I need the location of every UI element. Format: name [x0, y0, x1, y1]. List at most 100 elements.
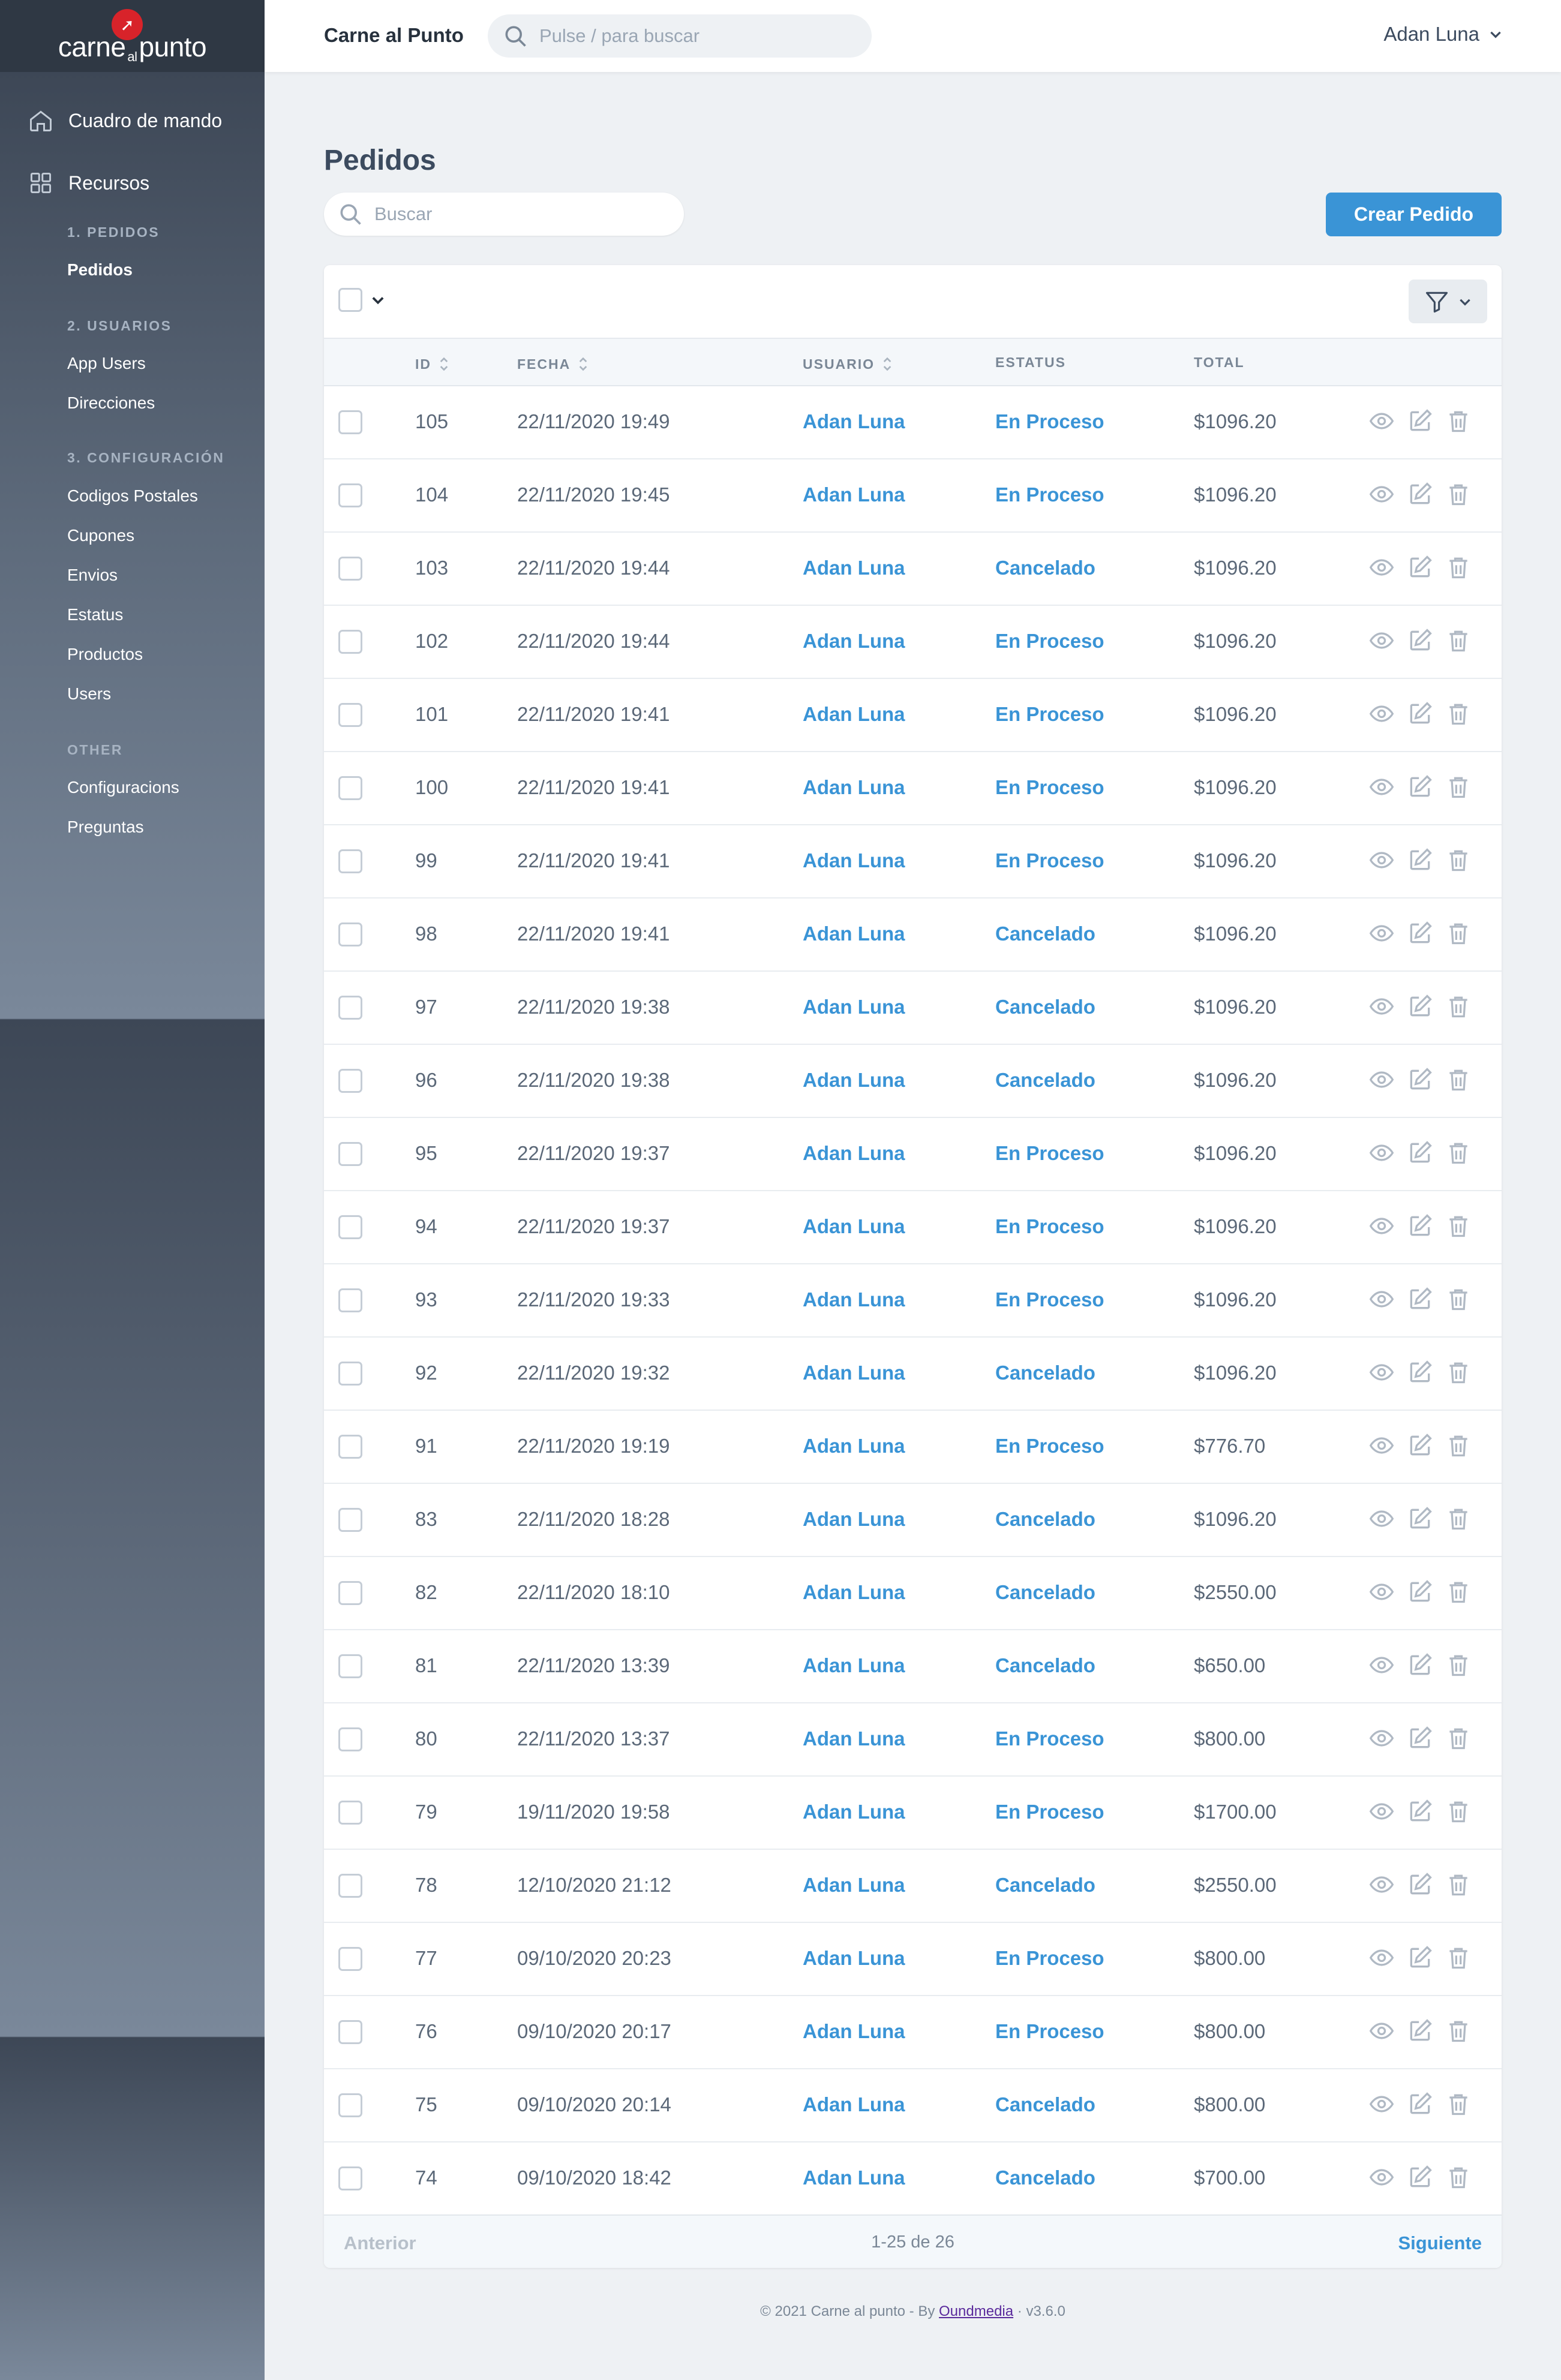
eye-icon[interactable] [1368, 1579, 1395, 1605]
sidebar-item-codigos-postales[interactable]: Codigos Postales [67, 486, 198, 506]
sidebar-item-recursos[interactable]: Recursos [28, 170, 149, 196]
cell-estatus-link[interactable]: En Proceso [995, 1727, 1104, 1750]
cell-usuario-link[interactable]: Adan Luna [803, 2166, 905, 2189]
table-row[interactable]: 81 22/11/2020 13:39 Adan Luna Cancelado $650… [324, 1630, 1502, 1703]
edit-icon[interactable] [1407, 1871, 1433, 1898]
cell-usuario-link[interactable]: Adan Luna [803, 2093, 905, 2116]
edit-icon[interactable] [1407, 1432, 1433, 1459]
cell-estatus-link[interactable]: En Proceso [995, 776, 1104, 799]
trash-icon[interactable] [1445, 2018, 1472, 2044]
cell-usuario-link[interactable]: Adan Luna [803, 1362, 905, 1384]
eye-icon[interactable] [1368, 1140, 1395, 1166]
trash-icon[interactable] [1445, 1798, 1472, 1825]
edit-icon[interactable] [1407, 1505, 1433, 1532]
chevron-down-icon[interactable] [370, 292, 386, 308]
table-row[interactable]: 95 22/11/2020 19:37 Adan Luna En Proceso $10… [324, 1118, 1502, 1191]
edit-icon[interactable] [1407, 920, 1433, 946]
row-checkbox[interactable] [338, 1435, 362, 1459]
eye-icon[interactable] [1368, 1871, 1395, 1898]
trash-icon[interactable] [1445, 1359, 1472, 1386]
cell-usuario-link[interactable]: Adan Luna [803, 1947, 905, 1970]
edit-icon[interactable] [1407, 1945, 1433, 1971]
cell-usuario-link[interactable]: Adan Luna [803, 1581, 905, 1604]
cell-estatus-link[interactable]: Cancelado [995, 1508, 1095, 1531]
eye-icon[interactable] [1368, 627, 1395, 654]
eye-icon[interactable] [1368, 1505, 1395, 1532]
edit-icon[interactable] [1407, 627, 1433, 654]
sidebar-item-cuadro-de-mando[interactable]: Cuadro de mando [28, 107, 222, 134]
table-row[interactable]: 96 22/11/2020 19:38 Adan Luna Cancelado $109… [324, 1045, 1502, 1118]
table-row[interactable]: 94 22/11/2020 19:37 Adan Luna En Proceso $10… [324, 1191, 1502, 1264]
filter-button[interactable] [1409, 280, 1487, 323]
brand-logo[interactable]: ➚ carne al punto [0, 0, 265, 72]
table-row[interactable]: 104 22/11/2020 19:45 Adan Luna En Proceso $1… [324, 459, 1502, 533]
cell-usuario-link[interactable]: Adan Luna [803, 2020, 905, 2043]
edit-icon[interactable] [1407, 408, 1433, 434]
eye-icon[interactable] [1368, 1798, 1395, 1825]
eye-icon[interactable] [1368, 993, 1395, 1020]
row-checkbox[interactable] [338, 703, 362, 727]
column-header-id[interactable]: ID [415, 354, 451, 374]
sidebar-item-direcciones[interactable]: Direcciones [67, 393, 155, 413]
edit-icon[interactable] [1407, 774, 1433, 800]
row-checkbox[interactable] [338, 1069, 362, 1093]
trash-icon[interactable] [1445, 1140, 1472, 1166]
edit-icon[interactable] [1407, 1359, 1433, 1386]
cell-usuario-link[interactable]: Adan Luna [803, 1801, 905, 1823]
resource-search[interactable] [324, 193, 684, 236]
edit-icon[interactable] [1407, 1579, 1433, 1605]
edit-icon[interactable] [1407, 1140, 1433, 1166]
cell-estatus-link[interactable]: Cancelado [995, 1581, 1095, 1604]
sidebar-item-configuracions[interactable]: Configuracions [67, 778, 179, 797]
eye-icon[interactable] [1368, 2091, 1395, 2117]
sidebar-item-pedidos[interactable]: Pedidos [67, 260, 133, 280]
row-checkbox[interactable] [338, 1142, 362, 1166]
edit-icon[interactable] [1407, 1286, 1433, 1312]
row-checkbox[interactable] [338, 1508, 362, 1532]
edit-icon[interactable] [1407, 847, 1433, 873]
cell-estatus-link[interactable]: Cancelado [995, 1654, 1095, 1677]
row-checkbox[interactable] [338, 1362, 362, 1386]
edit-icon[interactable] [1407, 481, 1433, 507]
row-checkbox[interactable] [338, 996, 362, 1020]
cell-usuario-link[interactable]: Adan Luna [803, 1727, 905, 1750]
edit-icon[interactable] [1407, 1066, 1433, 1093]
trash-icon[interactable] [1445, 2091, 1472, 2117]
trash-icon[interactable] [1445, 1213, 1472, 1239]
cell-usuario-link[interactable]: Adan Luna [803, 703, 905, 726]
edit-icon[interactable] [1407, 2164, 1433, 2190]
table-row[interactable]: 74 09/10/2020 18:42 Adan Luna Cancelado $700… [324, 2142, 1502, 2216]
table-row[interactable]: 92 22/11/2020 19:32 Adan Luna Cancelado $109… [324, 1338, 1502, 1411]
cell-estatus-link[interactable]: En Proceso [995, 483, 1104, 506]
eye-icon[interactable] [1368, 554, 1395, 581]
table-row[interactable]: 100 22/11/2020 19:41 Adan Luna En Proceso $1… [324, 752, 1502, 825]
cell-estatus-link[interactable]: En Proceso [995, 1288, 1104, 1311]
edit-icon[interactable] [1407, 993, 1433, 1020]
trash-icon[interactable] [1445, 554, 1472, 581]
table-row[interactable]: 99 22/11/2020 19:41 Adan Luna En Proceso $10… [324, 825, 1502, 898]
row-checkbox[interactable] [338, 2020, 362, 2044]
column-header-fecha[interactable]: FECHA [517, 354, 590, 374]
cell-estatus-link[interactable]: En Proceso [995, 1215, 1104, 1238]
eye-icon[interactable] [1368, 1213, 1395, 1239]
edit-icon[interactable] [1407, 2091, 1433, 2117]
footer-author-link[interactable]: Oundmedia [939, 2303, 1013, 2319]
table-row[interactable]: 97 22/11/2020 19:38 Adan Luna Cancelado $109… [324, 972, 1502, 1045]
cell-usuario-link[interactable]: Adan Luna [803, 922, 905, 945]
global-search[interactable] [488, 14, 872, 58]
sidebar-item-estatus[interactable]: Estatus [67, 605, 123, 624]
cell-estatus-link[interactable]: En Proceso [995, 1435, 1104, 1458]
cell-usuario-link[interactable]: Adan Luna [803, 630, 905, 653]
row-checkbox[interactable] [338, 630, 362, 654]
cell-usuario-link[interactable]: Adan Luna [803, 557, 905, 579]
eye-icon[interactable] [1368, 1066, 1395, 1093]
cell-estatus-link[interactable]: En Proceso [995, 1142, 1104, 1165]
cell-estatus-link[interactable]: Cancelado [995, 1362, 1095, 1384]
table-row[interactable]: 93 22/11/2020 19:33 Adan Luna En Proceso $10… [324, 1264, 1502, 1338]
table-row[interactable]: 105 22/11/2020 19:49 Adan Luna En Proceso $1… [324, 386, 1502, 459]
row-checkbox[interactable] [338, 483, 362, 507]
trash-icon[interactable] [1445, 2164, 1472, 2190]
cell-estatus-link[interactable]: Cancelado [995, 1874, 1095, 1897]
cell-usuario-link[interactable]: Adan Luna [803, 1874, 905, 1897]
table-row[interactable]: 76 09/10/2020 20:17 Adan Luna En Proceso $80… [324, 1996, 1502, 2069]
